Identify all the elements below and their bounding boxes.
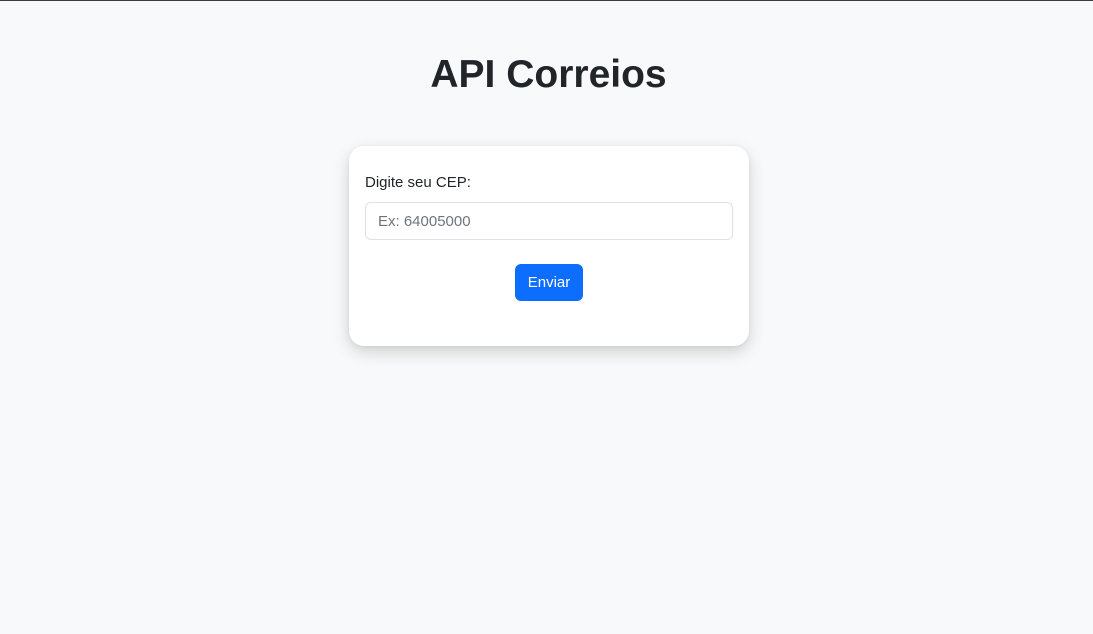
cep-label: Digite seu CEP: <box>365 174 471 191</box>
submit-button[interactable]: Enviar <box>515 264 583 301</box>
page-title: API Correios <box>430 53 667 96</box>
cep-form-card: Digite seu CEP: Enviar <box>349 146 749 346</box>
page: { "page": { "title": "API Correios" }, "… <box>0 0 1093 634</box>
cep-input[interactable] <box>365 202 733 240</box>
